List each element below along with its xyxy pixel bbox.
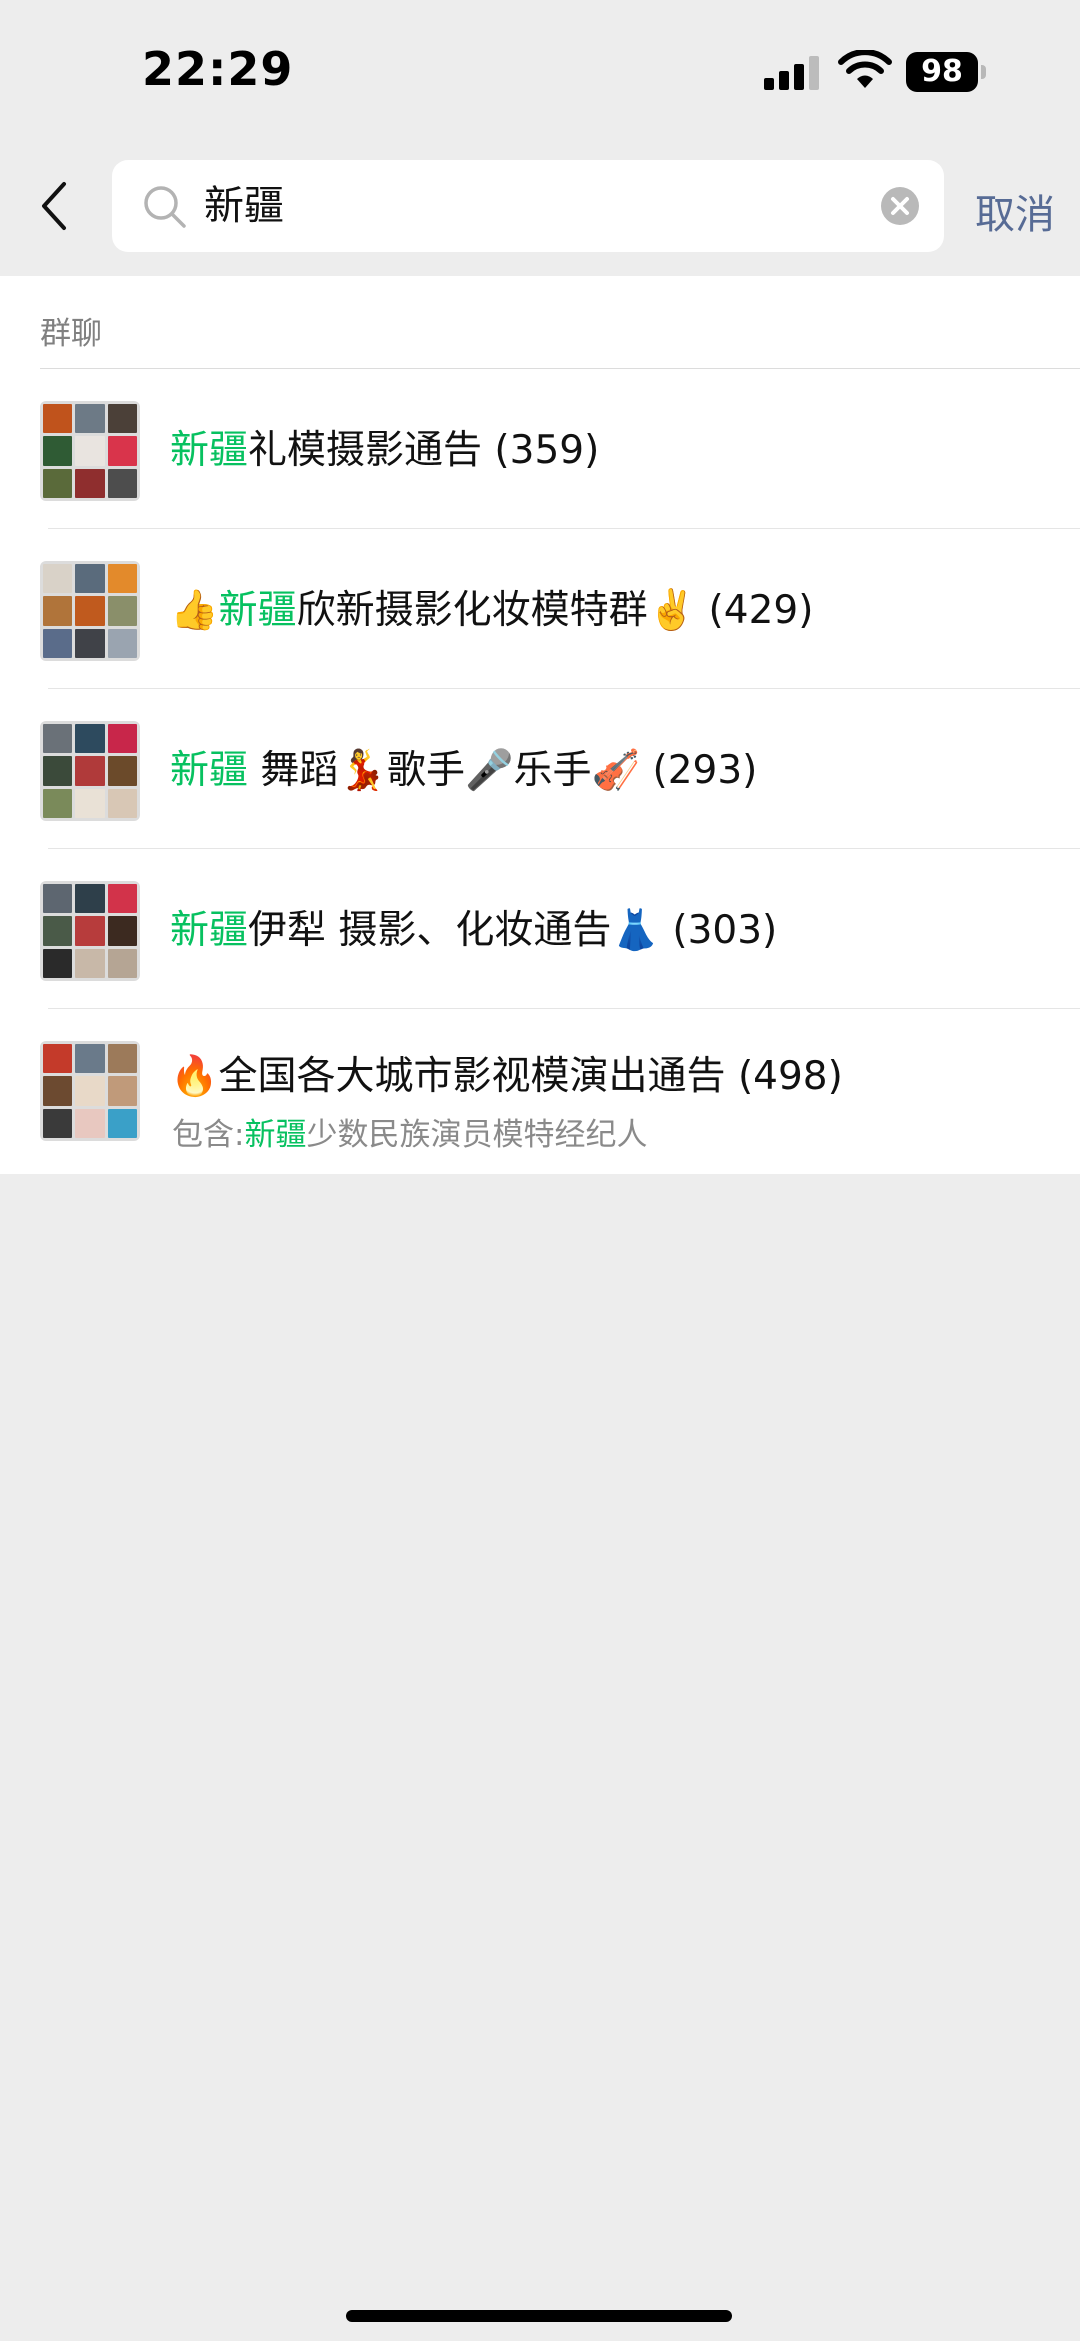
avatar-tile [43, 948, 73, 978]
section-title-group-chats: 群聊 [40, 316, 102, 352]
avatar-tile [43, 788, 73, 818]
avatar-tile [75, 1076, 105, 1106]
cancel-button[interactable]: 取消 [975, 182, 1055, 240]
group-chat-result[interactable]: 新疆礼模摄影通告 (359) [0, 369, 1080, 529]
avatar-tile [75, 468, 105, 498]
group-chat-result[interactable]: 新疆伊犁 摄影、化妆通告👗 (303) [0, 849, 1080, 1009]
avatar-tile [107, 468, 137, 498]
subtitle-prefix: 包含: [172, 1117, 245, 1153]
avatar-tile [75, 628, 105, 658]
title-match-highlight: 新疆 [218, 588, 297, 633]
avatar-tile [43, 468, 73, 498]
battery-level: 98 [906, 52, 978, 92]
avatar-tile [43, 404, 73, 434]
avatar-tile [107, 1044, 137, 1074]
avatar-tile [75, 436, 105, 466]
avatar-tile [107, 756, 137, 786]
search-box[interactable] [112, 160, 944, 252]
subtitle-match-highlight: 新疆 [244, 1117, 307, 1153]
title-rest: 伊犁 摄影、化妆通告👗 (303) [248, 908, 778, 953]
avatar-tile [75, 724, 105, 754]
home-indicator[interactable] [346, 2310, 732, 2322]
avatar-tile [107, 596, 137, 626]
group-chat-title: 新疆 舞蹈💃歌手🎤乐手🎻 (293) [170, 739, 757, 795]
title-rest: 欣新摄影化妆模特群✌️ (429) [296, 588, 814, 633]
wifi-icon [838, 50, 892, 88]
title-prefix: 👍 [170, 588, 219, 633]
avatar-tile [107, 404, 137, 434]
avatar-tile [43, 884, 73, 914]
title-rest: 舞蹈💃歌手🎤乐手🎻 (293) [248, 748, 758, 793]
avatar-tile [107, 916, 137, 946]
avatar-tile [43, 724, 73, 754]
clear-icon[interactable] [880, 186, 920, 226]
avatar-tile [75, 596, 105, 626]
title-prefix: 🔥全国各大城市影视模演出通告 (498) [170, 1054, 843, 1099]
search-results: 群聊 新疆礼模摄影通告 (359) 👍新疆欣新摄影化妆模特群✌️ (429) 新… [0, 276, 1080, 1174]
battery-tip [981, 65, 986, 79]
group-avatar [40, 721, 140, 821]
avatar-tile [43, 1076, 73, 1106]
group-chat-title: 👍新疆欣新摄影化妆模特群✌️ (429) [170, 579, 813, 635]
avatar-tile [107, 724, 137, 754]
search-input[interactable] [204, 160, 844, 252]
avatar-tile [75, 1044, 105, 1074]
subtitle-rest: 少数民族演员模特经纪人 [306, 1117, 648, 1153]
avatar-tile [43, 1108, 73, 1138]
avatar-tile [107, 948, 137, 978]
avatar-tile [107, 628, 137, 658]
avatar-tile [107, 788, 137, 818]
group-chat-subtitle: 包含:新疆少数民族演员模特经纪人 [172, 1109, 647, 1154]
group-chat-result[interactable]: 👍新疆欣新摄影化妆模特群✌️ (429) [0, 529, 1080, 689]
cellular-signal-icon [764, 56, 819, 90]
title-rest: 礼模摄影通告 (359) [248, 428, 600, 473]
avatar-tile [43, 756, 73, 786]
group-avatar [40, 561, 140, 661]
back-button[interactable] [34, 176, 78, 236]
title-match-highlight: 新疆 [170, 908, 249, 953]
group-chat-title: 新疆礼模摄影通告 (359) [170, 419, 599, 475]
avatar-tile [75, 756, 105, 786]
group-chat-result[interactable]: 🔥全国各大城市影视模演出通告 (498) 包含:新疆少数民族演员模特经纪人 [0, 1009, 1080, 1169]
group-avatar [40, 401, 140, 501]
group-chat-title: 新疆伊犁 摄影、化妆通告👗 (303) [170, 899, 777, 955]
group-avatar [40, 881, 140, 981]
group-chat-title: 🔥全国各大城市影视模演出通告 (498) [170, 1045, 843, 1101]
avatar-tile [43, 1044, 73, 1074]
avatar-tile [43, 564, 73, 594]
avatar-tile [75, 948, 105, 978]
avatar-tile [75, 884, 105, 914]
avatar-tile [107, 1076, 137, 1106]
avatar-tile [107, 564, 137, 594]
title-match-highlight: 新疆 [170, 748, 249, 793]
avatar-tile [75, 1108, 105, 1138]
avatar-tile [107, 884, 137, 914]
avatar-tile [43, 436, 73, 466]
group-chat-result[interactable]: 新疆 舞蹈💃歌手🎤乐手🎻 (293) [0, 689, 1080, 849]
group-avatar [40, 1041, 140, 1141]
avatar-tile [43, 916, 73, 946]
status-time: 22:29 [142, 42, 294, 96]
avatar-tile [43, 628, 73, 658]
avatar-tile [75, 788, 105, 818]
avatar-tile [107, 436, 137, 466]
avatar-tile [75, 564, 105, 594]
avatar-tile [107, 1108, 137, 1138]
avatar-tile [75, 916, 105, 946]
status-bar: 22:29 98 [0, 0, 1080, 140]
search-icon [144, 186, 186, 228]
title-match-highlight: 新疆 [170, 428, 249, 473]
battery-indicator: 98 [906, 52, 988, 92]
avatar-tile [75, 404, 105, 434]
avatar-tile [43, 596, 73, 626]
